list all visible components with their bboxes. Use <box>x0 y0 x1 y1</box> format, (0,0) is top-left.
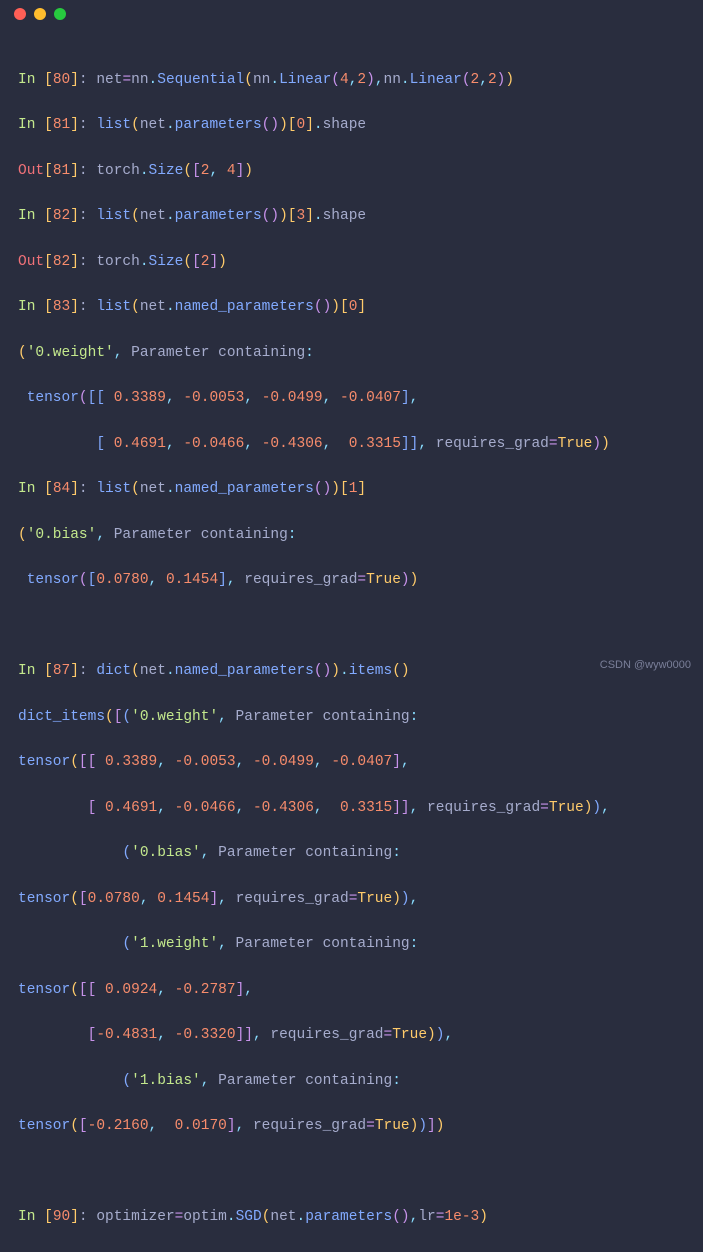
code-line: tensor([0.0780, 0.1454], requires_grad=T… <box>18 888 685 911</box>
code-line: In [81]: list(net.parameters())[0].shape <box>18 114 685 137</box>
prompt-in: In <box>18 72 44 88</box>
code-line: tensor([[ 0.3389, -0.0053, -0.0499, -0.0… <box>18 751 685 774</box>
code-line: dict_items([('0.weight', Parameter conta… <box>18 706 685 729</box>
minimize-icon[interactable] <box>34 8 46 20</box>
code-line: ('0.bias', Parameter containing: <box>18 524 685 547</box>
code-line: ('1.bias', Parameter containing: <box>18 1070 685 1093</box>
prompt-out: Out <box>18 163 44 179</box>
code-line: In [80]: net=nn.Sequential(nn.Linear(4,2… <box>18 69 685 92</box>
window-titlebar <box>0 0 703 28</box>
code-line: tensor([-0.2160, 0.0170], requires_grad=… <box>18 1115 685 1138</box>
code-line: tensor([[ 0.3389, -0.0053, -0.0499, -0.0… <box>18 387 685 410</box>
code-line: Out[82]: torch.Size([2]) <box>18 251 685 274</box>
maximize-icon[interactable] <box>54 8 66 20</box>
close-icon[interactable] <box>14 8 26 20</box>
code-line: In [82]: list(net.parameters())[3].shape <box>18 205 685 228</box>
code-line: In [84]: list(net.named_parameters())[1] <box>18 478 685 501</box>
code-line: tensor([0.0780, 0.1454], requires_grad=T… <box>18 569 685 592</box>
blank-line <box>18 1161 685 1184</box>
code-line: [ 0.4691, -0.0466, -0.4306, 0.3315]], re… <box>18 797 685 820</box>
code-line: Out[81]: torch.Size([2, 4]) <box>18 160 685 183</box>
code-line: [ 0.4691, -0.0466, -0.4306, 0.3315]], re… <box>18 433 685 456</box>
code-line: [-0.4831, -0.3320]], requires_grad=True)… <box>18 1024 685 1047</box>
code-line: In [83]: list(net.named_parameters())[0] <box>18 296 685 319</box>
code-line: In [90]: optimizer=optim.SGD(net.paramet… <box>18 1206 685 1229</box>
code-line: ('0.bias', Parameter containing: <box>18 842 685 865</box>
code-block: In [80]: net=nn.Sequential(nn.Linear(4,2… <box>0 28 703 1252</box>
watermark: CSDN @wyw0000 <box>600 657 691 674</box>
code-line: ('0.weight', Parameter containing: <box>18 342 685 365</box>
blank-line <box>18 615 685 638</box>
code-line: ('1.weight', Parameter containing: <box>18 933 685 956</box>
code-line: tensor([[ 0.0924, -0.2787], <box>18 979 685 1002</box>
